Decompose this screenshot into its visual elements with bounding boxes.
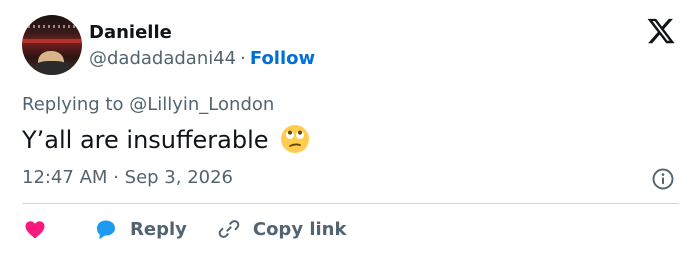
link-icon (218, 220, 240, 238)
heart-icon (25, 221, 45, 239)
x-logo-icon[interactable] (646, 16, 676, 46)
avatar[interactable] (22, 15, 82, 75)
tweet-text: Y’all are insufferable (22, 124, 310, 155)
reply-label: Reply (130, 218, 187, 240)
follow-button[interactable]: Follow (250, 48, 315, 69)
reply-mention[interactable]: @Lillyin_London (129, 94, 274, 115)
action-bar: Reply Copy link (22, 216, 346, 242)
eye-roll-emoji (281, 125, 310, 153)
timestamp-time: 12:47 AM (22, 167, 108, 188)
copy-link-label: Copy link (252, 218, 347, 240)
timestamp-date: Sep 3, 2026 (124, 167, 234, 188)
tweet-timestamp[interactable]: 12:47 AM · Sep 3, 2026 (22, 167, 233, 189)
author-handle[interactable]: @dadadadani44 (89, 48, 236, 69)
reply-prefix: Replying to (22, 94, 124, 115)
reply-context: Replying to @Lillyin_London (22, 94, 274, 116)
reply-button[interactable]: Reply (94, 217, 187, 241)
timestamp-separator: · (113, 167, 119, 188)
author-name[interactable]: Danielle (89, 22, 172, 44)
like-button[interactable] (22, 217, 48, 241)
copy-link-button[interactable]: Copy link (217, 217, 347, 241)
handle-separator: · (240, 48, 246, 69)
info-icon[interactable] (651, 167, 675, 191)
tweet-body: Y’all are insufferable (22, 126, 269, 154)
divider (22, 203, 679, 204)
reply-bubble-icon (97, 220, 115, 239)
author-handle-row: @dadadadani44 · Follow (89, 48, 315, 70)
